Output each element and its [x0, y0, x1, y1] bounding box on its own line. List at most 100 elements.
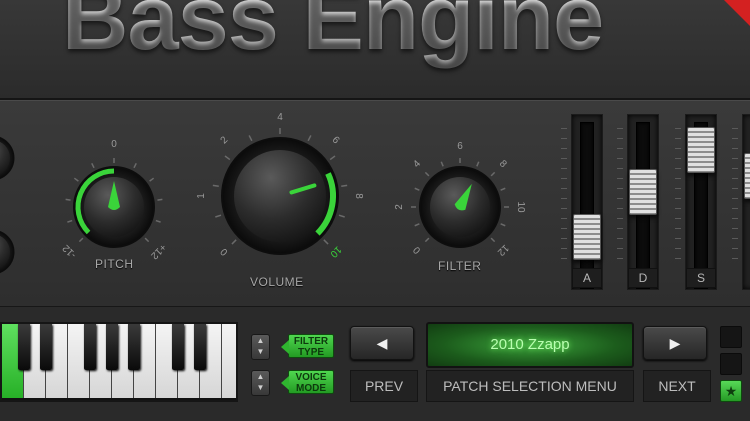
knob-tick	[157, 198, 163, 201]
volume-label: VOLUME	[250, 275, 304, 289]
fader-frame	[742, 114, 750, 290]
filter-type-stepper[interactable]: ▲ ▼	[251, 334, 270, 360]
knob-tick	[91, 163, 95, 169]
pitch-tick-label: +12	[148, 241, 168, 261]
pitch-knob[interactable]	[73, 166, 155, 248]
knob-tick	[424, 237, 430, 243]
black-key[interactable]	[106, 324, 118, 370]
fader-scale-tick	[561, 178, 567, 179]
fader-scale-tick	[732, 128, 738, 129]
fader-handle[interactable]	[744, 152, 750, 199]
volume-tick-label: 0	[218, 245, 230, 257]
fader-scale-tick	[732, 158, 738, 159]
fader-scale-tick	[675, 168, 681, 169]
fader-handle[interactable]	[687, 126, 715, 173]
knob-tick	[414, 187, 420, 191]
fader-label-s: S	[686, 268, 716, 288]
patch-selection-menu-label[interactable]: PATCH SELECTION MENU	[426, 370, 634, 402]
knob-tick	[144, 237, 150, 243]
prev-arrow-button[interactable]: ◀	[350, 326, 414, 360]
knob-tick	[224, 155, 231, 161]
fader-scale-tick	[675, 218, 681, 219]
black-key[interactable]	[84, 324, 96, 370]
fader-scale-tick	[732, 208, 738, 209]
fader-scale-tick	[617, 128, 623, 129]
fader-scale-tick	[617, 238, 623, 239]
favorite-star-button[interactable]: ★	[720, 380, 742, 402]
knob-tick	[341, 184, 348, 188]
filter-knob[interactable]	[419, 166, 501, 248]
black-key[interactable]	[172, 324, 184, 370]
fader-scale-tick	[675, 138, 681, 139]
left-knob-lower[interactable]	[0, 230, 15, 274]
black-key[interactable]	[128, 324, 140, 370]
volume-tick-label: 10	[327, 244, 343, 260]
filter-tick-label: 12	[495, 242, 511, 258]
filter-tick-label: 0	[411, 244, 423, 256]
fader-scale-tick	[617, 248, 623, 249]
knob-tick	[212, 184, 219, 188]
filter-tick-label: 8	[497, 158, 509, 170]
knob-tick	[67, 219, 73, 223]
fader-scale-tick	[675, 238, 681, 239]
piano-keyboard[interactable]	[0, 322, 238, 402]
bass-engine-plugin-window: Bass Engine 0 -12 +12 0 1 2 4 6 8 10 0 2…	[0, 0, 750, 421]
filter-label: FILTER	[438, 259, 482, 273]
knob-tick	[338, 214, 345, 218]
voice-mode-stepper[interactable]: ▲ ▼	[251, 370, 270, 396]
filter-tick-label: 10	[515, 201, 526, 213]
fader-scale-tick	[561, 248, 567, 249]
pitch-tick-label: -12	[60, 242, 78, 260]
fader-scale-tick	[561, 228, 567, 229]
fader-scale-tick	[675, 158, 681, 159]
next-arrow-button[interactable]: ▶	[643, 326, 707, 360]
fader-scale-tick	[675, 198, 681, 199]
fader-scale-tick	[561, 158, 567, 159]
fader-scale-tick	[561, 138, 567, 139]
fader-scale-tick	[561, 218, 567, 219]
fader-scale-tick	[617, 158, 623, 159]
volume-tick-label: 4	[277, 112, 283, 123]
fader-scale-tick	[675, 228, 681, 229]
fader-track[interactable]	[580, 122, 594, 289]
fader-handle[interactable]	[573, 213, 601, 260]
fader-scale-tick	[732, 188, 738, 189]
pitch-tick-label: 0	[111, 139, 117, 150]
volume-knob[interactable]	[221, 137, 339, 255]
knob-tick	[155, 219, 161, 223]
knob-tick	[323, 239, 329, 245]
fader-scale-tick	[561, 198, 567, 199]
knob-tick	[476, 161, 480, 167]
next-label[interactable]: NEXT	[643, 370, 711, 402]
fader-scale-tick	[617, 148, 623, 149]
black-key[interactable]	[18, 324, 30, 370]
prev-label[interactable]: PREV	[350, 370, 418, 402]
fader-scale-tick	[732, 138, 738, 139]
fader-scale-tick	[561, 168, 567, 169]
fader-scale-tick	[675, 148, 681, 149]
header: Bass Engine	[0, 0, 750, 100]
option-square-2[interactable]	[720, 353, 742, 375]
fader-scale-tick	[617, 218, 623, 219]
white-key[interactable]	[222, 324, 236, 398]
voice-mode-tag: VOICE MODE	[281, 370, 334, 394]
fader-scale-tick	[732, 248, 738, 249]
knob-tick	[490, 237, 496, 243]
filter-tick-label: 6	[457, 141, 463, 152]
option-square-1[interactable]	[720, 326, 742, 348]
knob-tick	[73, 177, 79, 182]
knob-tick	[414, 223, 420, 227]
black-key[interactable]	[194, 324, 206, 370]
filter-tick-label: 4	[411, 158, 423, 170]
volume-tick-label: 2	[219, 134, 231, 146]
fader-scale-tick	[561, 188, 567, 189]
left-knob-upper[interactable]	[0, 136, 15, 180]
fader-scale-tick	[617, 188, 623, 189]
fader-scale-tick	[732, 168, 738, 169]
black-key[interactable]	[40, 324, 52, 370]
knob-tick	[215, 214, 222, 218]
fader-label-d: D	[628, 268, 658, 288]
fader-handle[interactable]	[629, 169, 657, 216]
fader-scale-tick	[617, 228, 623, 229]
fader-scale-tick	[732, 198, 738, 199]
